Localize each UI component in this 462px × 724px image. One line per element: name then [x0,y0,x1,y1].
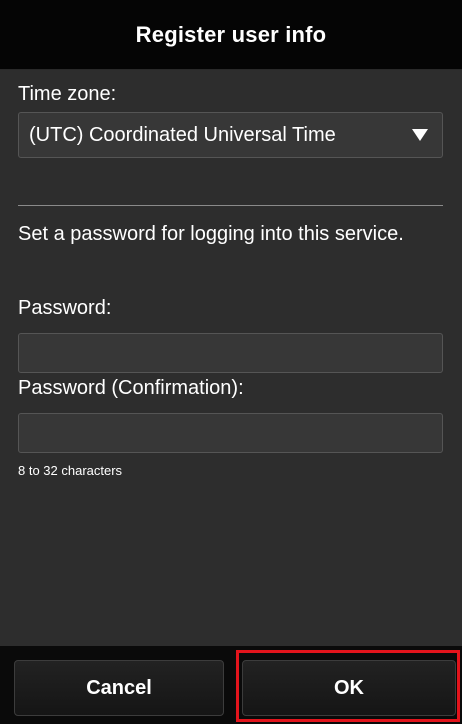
password-hint: 8 to 32 characters [18,463,123,478]
page-title: Register user info [135,21,327,47]
form-panel: Time zone: (UTC) Coordinated Universal T… [0,70,462,646]
timezone-select[interactable]: (UTC) Coordinated Universal Time [18,112,443,158]
footer-bar: Cancel OK [0,646,462,724]
password-field[interactable] [18,333,443,373]
timezone-label: Time zone: [18,83,117,105]
password-confirm-label: Password (Confirmation): [18,377,244,399]
register-user-info-screen: Register user info Time zone: (UTC) Coor… [0,0,462,724]
password-description: Set a password for logging into this ser… [18,223,404,245]
header-bar: Register user info [0,0,462,70]
password-confirm-field[interactable] [18,413,443,453]
timezone-select-value: (UTC) Coordinated Universal Time [29,123,336,146]
section-divider [18,205,443,206]
triangle-down-icon [412,129,428,141]
cancel-button[interactable]: Cancel [14,660,224,716]
password-label: Password: [18,297,112,319]
ok-button[interactable]: OK [242,660,456,716]
